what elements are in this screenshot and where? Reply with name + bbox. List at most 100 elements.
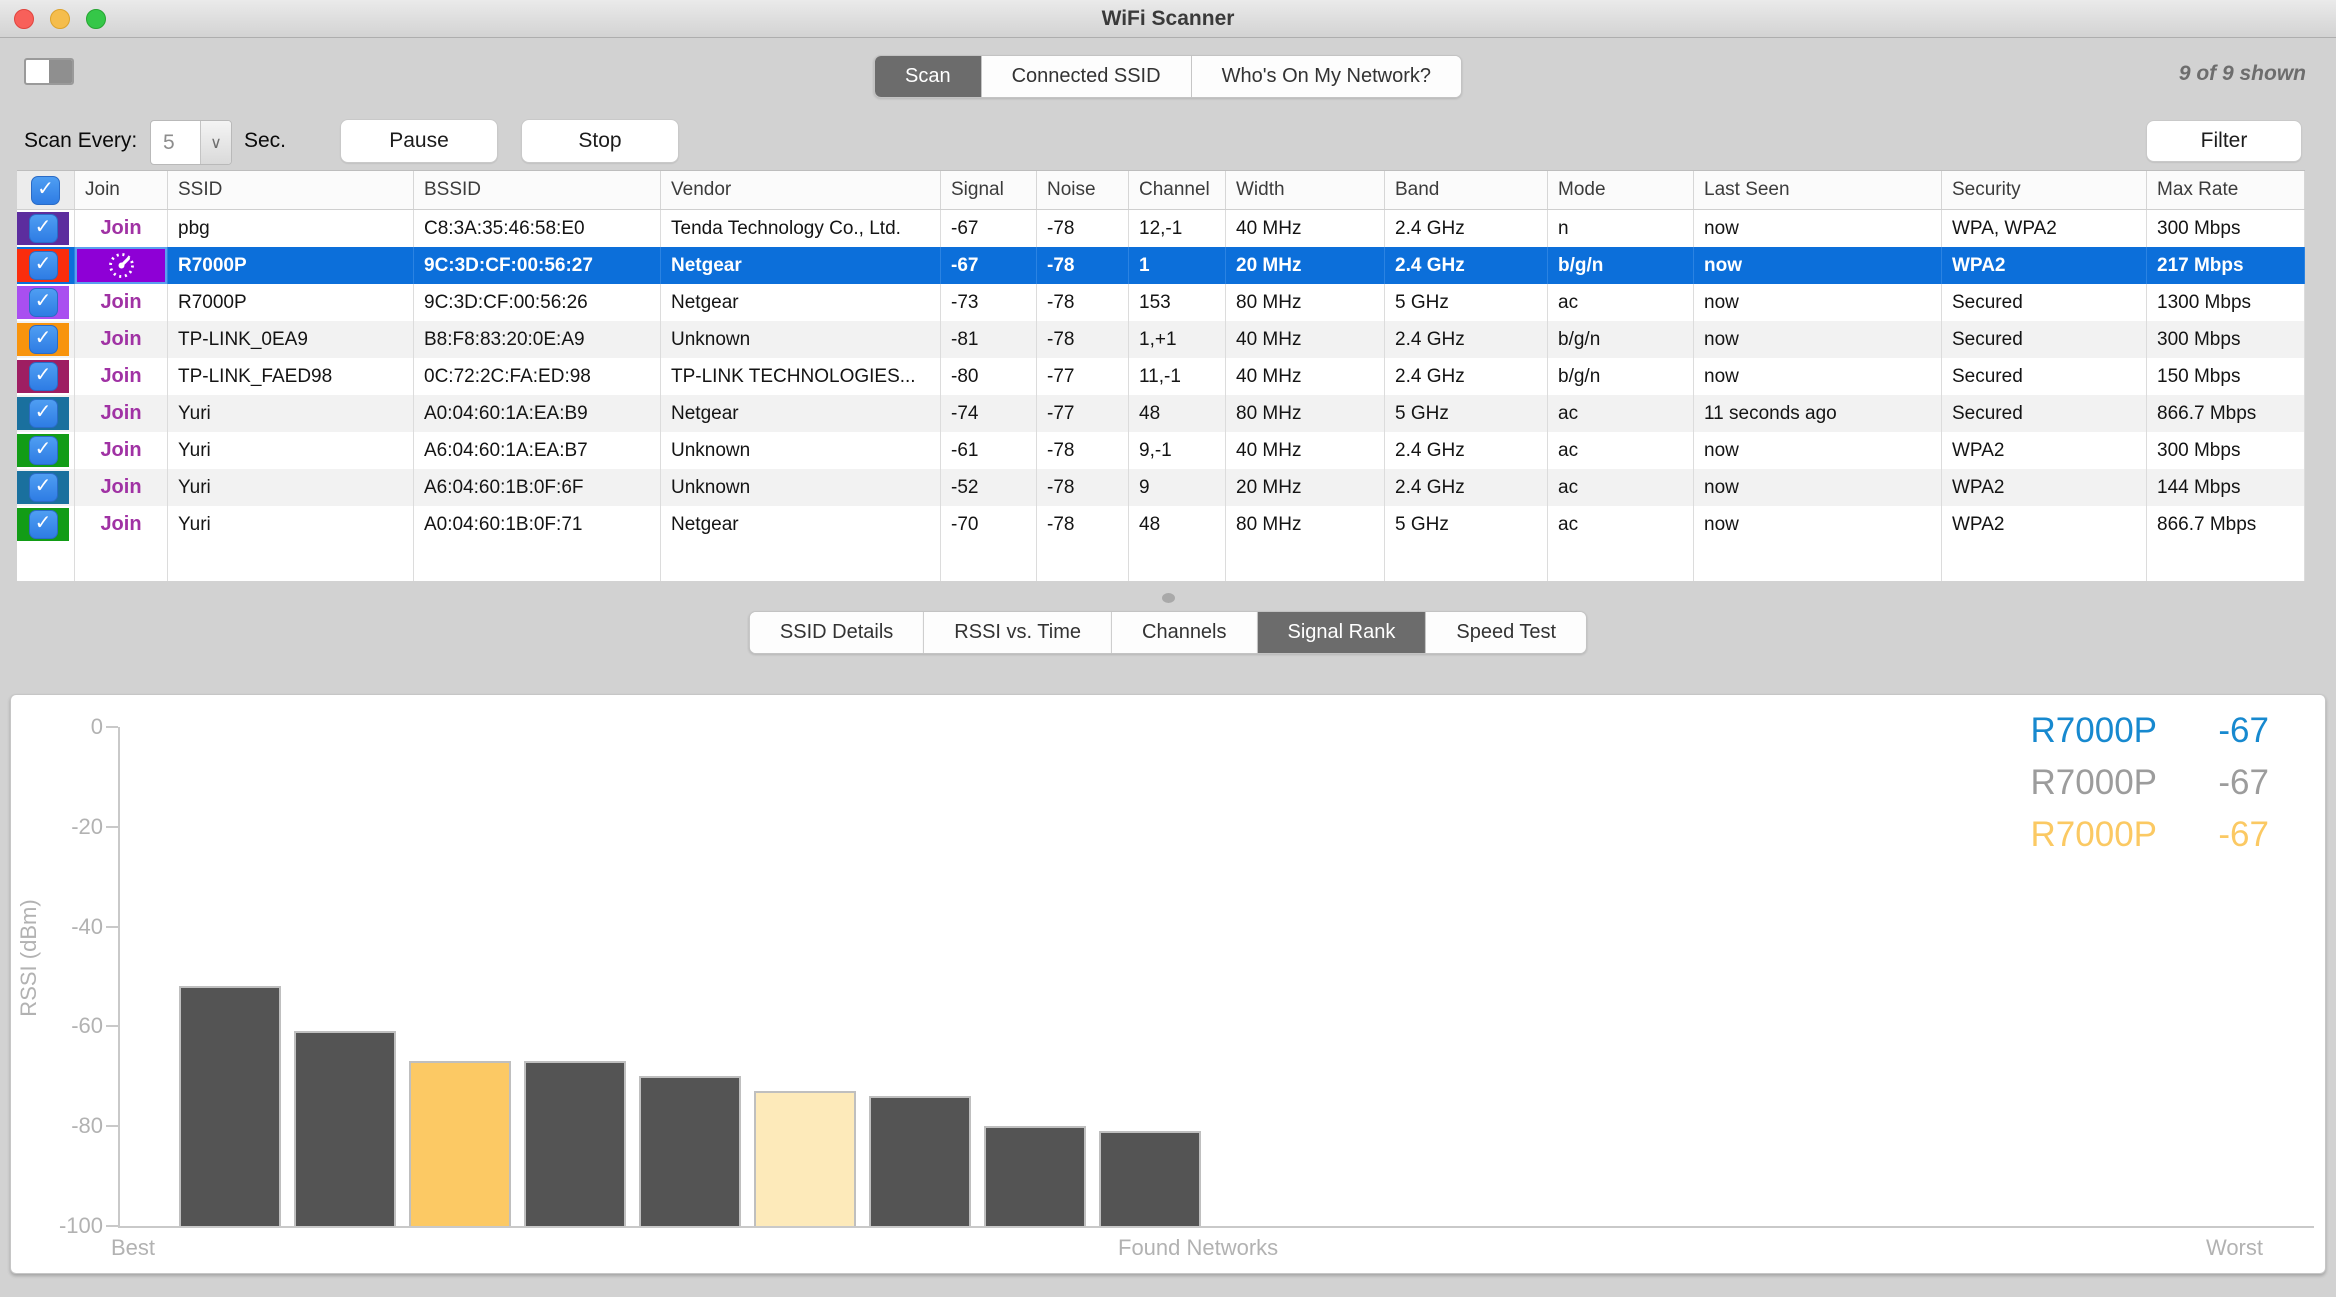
plot-area xyxy=(118,727,2314,1226)
join-cell[interactable]: Join xyxy=(75,469,168,506)
tab-scan[interactable]: Scan xyxy=(875,56,982,97)
cell-security: WPA2 xyxy=(1942,247,2147,284)
tab-signal-rank[interactable]: Signal Rank xyxy=(1258,612,1427,653)
row-checkbox[interactable]: ✓ xyxy=(29,288,58,317)
cell-last-seen: now xyxy=(1694,321,1942,358)
tab-speed-test[interactable]: Speed Test xyxy=(1426,612,1586,653)
check-icon: ✓ xyxy=(37,171,54,208)
join-button[interactable]: Join xyxy=(100,469,141,506)
cell-channel: 153 xyxy=(1129,284,1226,321)
cell-vendor: Netgear xyxy=(661,395,941,432)
tab-ssid-details[interactable]: SSID Details xyxy=(750,612,924,653)
row-color-swatch: ✓ xyxy=(17,323,69,356)
join-cell[interactable]: Join xyxy=(75,506,168,543)
stop-button[interactable]: Stop xyxy=(521,119,679,163)
cell-last-seen: now xyxy=(1694,469,1942,506)
cell-last-seen: now xyxy=(1694,210,1942,247)
join-button[interactable]: Join xyxy=(100,210,141,247)
cell-band: 2.4 GHz xyxy=(1385,469,1548,506)
cell-width: 80 MHz xyxy=(1226,284,1385,321)
table-row[interactable]: ✓JoinTP-LINK_0EA9B8:F8:83:20:0E:A9Unknow… xyxy=(17,321,2305,358)
cell-mode: b/g/n xyxy=(1548,358,1694,395)
cell-mode: n xyxy=(1548,210,1694,247)
cell-ssid: TP-LINK_FAED98 xyxy=(168,358,414,395)
cell-mode: ac xyxy=(1548,469,1694,506)
splitter-handle-icon[interactable] xyxy=(1162,593,1175,603)
scan-interval-combobox[interactable]: 5 ∨ xyxy=(150,120,232,165)
cell-channel: 48 xyxy=(1129,506,1226,543)
table-row[interactable]: ✓JoinYuriA6:04:60:1A:EA:B7Unknown-61-789… xyxy=(17,432,2305,469)
cell-max-rate: 300 Mbps xyxy=(2147,210,2305,247)
select-all-checkbox[interactable]: ✓ xyxy=(31,176,60,205)
row-checkbox[interactable]: ✓ xyxy=(29,473,58,502)
row-color-cell: ✓ xyxy=(17,432,75,469)
row-color-swatch: ✓ xyxy=(17,212,69,245)
tab-channels[interactable]: Channels xyxy=(1112,612,1258,653)
table-row[interactable]: ✓JoinpbgC8:3A:35:46:58:E0Tenda Technolog… xyxy=(17,210,2305,247)
filter-button[interactable]: Filter xyxy=(2146,120,2302,162)
join-button[interactable]: Join xyxy=(100,506,141,543)
row-color-cell: ✓ xyxy=(17,395,75,432)
cell-ssid: pbg xyxy=(168,210,414,247)
cell-channel: 48 xyxy=(1129,395,1226,432)
cell-channel: 1 xyxy=(1129,247,1226,284)
column-header-vendor: Vendor xyxy=(661,171,941,209)
join-button[interactable]: Join xyxy=(100,321,141,358)
speedometer-icon[interactable] xyxy=(75,247,168,284)
row-checkbox[interactable]: ✓ xyxy=(29,399,58,428)
cell-ssid: Yuri xyxy=(168,395,414,432)
cell-security: Secured xyxy=(1942,284,2147,321)
row-checkbox[interactable]: ✓ xyxy=(29,251,58,280)
join-cell[interactable]: Join xyxy=(75,358,168,395)
y-tick-mark xyxy=(106,926,118,928)
cell-noise: -78 xyxy=(1037,432,1129,469)
cell-bssid: C8:3A:35:46:58:E0 xyxy=(414,210,661,247)
join-button[interactable]: Join xyxy=(100,358,141,395)
cell-channel: 9,-1 xyxy=(1129,432,1226,469)
cell-bssid: A0:04:60:1B:0F:71 xyxy=(414,506,661,543)
row-color-cell: ✓ xyxy=(17,469,75,506)
sidebar-toggle-icon[interactable] xyxy=(24,58,74,85)
table-row[interactable]: ✓JoinYuriA0:04:60:1A:EA:B9Netgear-74-774… xyxy=(17,395,2305,432)
pause-button[interactable]: Pause xyxy=(340,119,498,163)
join-button[interactable]: Join xyxy=(100,432,141,469)
table-row[interactable]: ✓R7000P9C:3D:CF:00:56:27Netgear-67-78120… xyxy=(17,247,2305,284)
scan-interval-value: 5 xyxy=(151,121,200,164)
row-checkbox[interactable]: ✓ xyxy=(29,436,58,465)
join-cell[interactable]: Join xyxy=(75,395,168,432)
row-checkbox[interactable]: ✓ xyxy=(29,325,58,354)
join-cell[interactable]: Join xyxy=(75,432,168,469)
cell-noise: -78 xyxy=(1037,247,1129,284)
join-cell[interactable]: Join xyxy=(75,321,168,358)
table-row[interactable]: ✓JoinYuriA0:04:60:1B:0F:71Netgear-70-784… xyxy=(17,506,2305,543)
row-checkbox[interactable]: ✓ xyxy=(29,362,58,391)
join-button[interactable]: Join xyxy=(100,284,141,321)
join-cell[interactable]: Join xyxy=(75,284,168,321)
tab-rssi-vs-time[interactable]: RSSI vs. Time xyxy=(924,612,1112,653)
row-color-swatch: ✓ xyxy=(17,471,69,504)
row-checkbox[interactable]: ✓ xyxy=(29,214,58,243)
cell-signal: -81 xyxy=(941,321,1037,358)
table-row[interactable]: ✓JoinTP-LINK_FAED980C:72:2C:FA:ED:98TP-L… xyxy=(17,358,2305,395)
tab-who-s-on-my-network[interactable]: Who's On My Network? xyxy=(1192,56,1461,97)
table-row[interactable]: ✓JoinYuriA6:04:60:1B:0F:6FUnknown-52-789… xyxy=(17,469,2305,506)
cell-bssid: 0C:72:2C:FA:ED:98 xyxy=(414,358,661,395)
cell-max-rate: 300 Mbps xyxy=(2147,432,2305,469)
y-tick-mark xyxy=(106,1225,118,1227)
tab-connected-ssid[interactable]: Connected SSID xyxy=(982,56,1192,97)
table-row[interactable]: ✓JoinR7000P9C:3D:CF:00:56:26Netgear-73-7… xyxy=(17,284,2305,321)
join-button[interactable]: Join xyxy=(100,395,141,432)
mid-band: SSID DetailsRSSI vs. TimeChannelsSignal … xyxy=(0,581,2336,694)
cell-signal: -67 xyxy=(941,210,1037,247)
join-cell[interactable]: Join xyxy=(75,210,168,247)
cell-mode: ac xyxy=(1548,506,1694,543)
cell-max-rate: 866.7 Mbps xyxy=(2147,506,2305,543)
column-header-width: Width xyxy=(1226,171,1385,209)
y-tick-mark xyxy=(106,1025,118,1027)
row-checkbox[interactable]: ✓ xyxy=(29,510,58,539)
chevron-down-icon[interactable]: ∨ xyxy=(200,121,231,164)
row-color-cell: ✓ xyxy=(17,210,75,247)
row-color-cell: ✓ xyxy=(17,284,75,321)
row-color-swatch: ✓ xyxy=(17,508,69,541)
x-label-worst: Worst xyxy=(2206,1235,2263,1261)
